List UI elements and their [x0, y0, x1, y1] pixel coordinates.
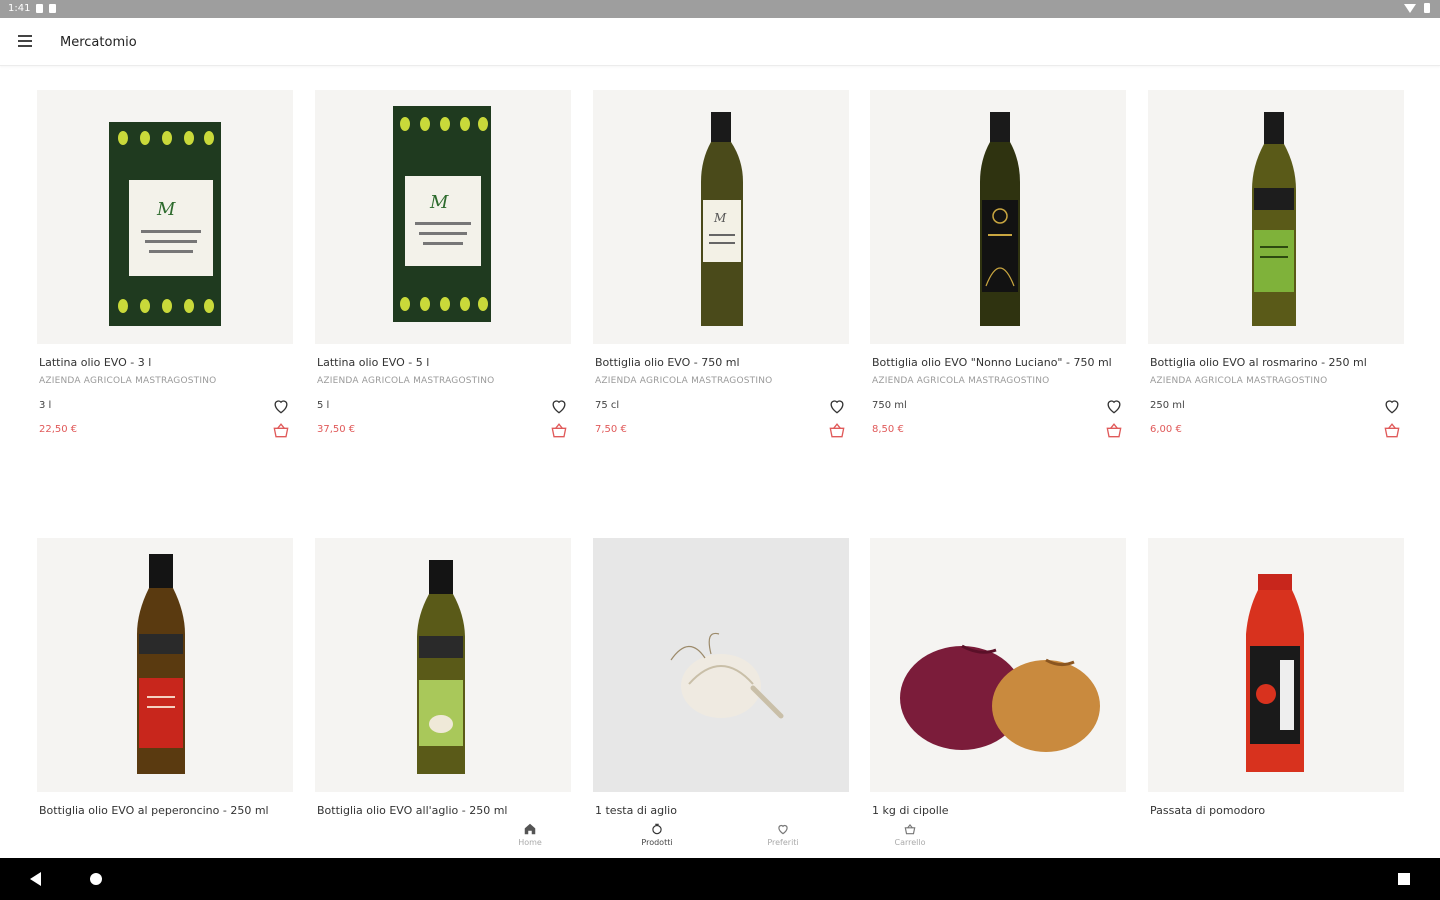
- product-card[interactable]: 1 kg di cipolle: [870, 538, 1126, 819]
- product-size: 3 l: [39, 400, 52, 411]
- product-image: [1148, 90, 1404, 344]
- product-image: [37, 538, 293, 792]
- status-bar: 1:41: [0, 0, 1440, 18]
- product-grid: M Lattina olio EVO - 3 l AZIENDA AGRICOL…: [0, 66, 1440, 858]
- nav-item-cart[interactable]: Carrello: [870, 822, 950, 847]
- favorite-heart-icon[interactable]: [549, 396, 569, 416]
- product-card[interactable]: M Bottiglia olio EVO - 750 ml AZIENDA AG…: [593, 90, 849, 440]
- product-size: 75 cl: [595, 400, 620, 411]
- product-image: M: [315, 90, 571, 344]
- product-image: [870, 90, 1126, 344]
- product-size: 250 ml: [1150, 400, 1185, 411]
- nav-item-favorites[interactable]: Preferiti: [743, 822, 823, 847]
- product-info-row: 3 l 22,50 €: [37, 396, 293, 440]
- notification-icon: [49, 4, 57, 13]
- system-navigation-bar: [0, 858, 1440, 900]
- menu-icon[interactable]: [18, 35, 36, 49]
- add-to-cart-icon[interactable]: [549, 420, 569, 440]
- home-icon: [524, 823, 536, 835]
- svg-text:M: M: [713, 211, 727, 225]
- product-name: Bottiglia olio EVO all'aglio - 250 ml: [317, 804, 508, 817]
- notification-icon: [36, 4, 44, 13]
- product-card[interactable]: M Lattina olio EVO - 5 l AZIENDA AGRICOL…: [315, 90, 571, 440]
- status-right: [1404, 3, 1430, 13]
- favorite-heart-icon[interactable]: [271, 396, 291, 416]
- product-image: [1148, 538, 1404, 792]
- nav-label-cart: Carrello: [894, 838, 926, 847]
- battery-icon: [1424, 3, 1430, 13]
- product-name: Lattina olio EVO - 3 l: [39, 356, 152, 369]
- product-card[interactable]: Bottiglia olio EVO "Nonno Luciano" - 750…: [870, 90, 1126, 440]
- product-info-row: 250 ml 6,00 €: [1148, 396, 1404, 440]
- add-to-cart-icon[interactable]: [827, 420, 847, 440]
- recent-apps-icon[interactable]: [1398, 873, 1410, 885]
- product-name: Lattina olio EVO - 5 l: [317, 356, 430, 369]
- product-name: 1 kg di cipolle: [872, 804, 949, 817]
- product-card[interactable]: Bottiglia olio EVO all'aglio - 250 ml: [315, 538, 571, 819]
- product-image: [870, 538, 1126, 792]
- products-icon: [652, 823, 662, 835]
- product-card[interactable]: Bottiglia olio EVO al peperoncino - 250 …: [37, 538, 293, 819]
- product-name: Passata di pomodoro: [1150, 804, 1266, 817]
- product-name: Bottiglia olio EVO - 750 ml: [595, 356, 740, 369]
- product-price: 7,50 €: [595, 424, 627, 435]
- favorite-heart-icon[interactable]: [1382, 396, 1402, 416]
- product-brand: AZIENDA AGRICOLA MASTRAGOSTINO: [595, 376, 773, 386]
- product-image: M: [593, 90, 849, 344]
- status-time: 1:41: [8, 3, 31, 14]
- add-to-cart-icon[interactable]: [1104, 420, 1124, 440]
- product-card[interactable]: Passata di pomodoro: [1148, 538, 1404, 819]
- nav-label-favorites: Preferiti: [767, 838, 799, 847]
- product-card[interactable]: Bottiglia olio EVO al rosmarino - 250 ml…: [1148, 90, 1404, 440]
- status-left: 1:41: [8, 3, 57, 14]
- product-name: Bottiglia olio EVO al peperoncino - 250 …: [39, 804, 269, 817]
- product-image: [315, 538, 571, 792]
- product-price: 22,50 €: [39, 424, 78, 435]
- nav-label-home: Home: [518, 838, 542, 847]
- product-info-row: 75 cl 7,50 €: [593, 396, 849, 440]
- product-size: 750 ml: [872, 400, 907, 411]
- product-card[interactable]: 1 testa di aglio: [593, 538, 849, 819]
- app-title: Mercatomio: [60, 35, 137, 50]
- product-brand: AZIENDA AGRICOLA MASTRAGOSTINO: [872, 376, 1050, 386]
- cart-icon: [904, 823, 916, 835]
- product-name: Bottiglia olio EVO "Nonno Luciano" - 750…: [872, 356, 1112, 369]
- product-card[interactable]: M Lattina olio EVO - 3 l AZIENDA AGRICOL…: [37, 90, 293, 440]
- product-brand: AZIENDA AGRICOLA MASTRAGOSTINO: [1150, 376, 1328, 386]
- nav-item-products[interactable]: Prodotti: [617, 822, 697, 847]
- favorite-heart-icon[interactable]: [1104, 396, 1124, 416]
- home-circle-icon[interactable]: [90, 873, 102, 885]
- product-image: [593, 538, 849, 792]
- product-brand: AZIENDA AGRICOLA MASTRAGOSTINO: [39, 376, 217, 386]
- bottom-navigation: Home Prodotti Preferiti Carrello: [0, 820, 1440, 858]
- product-price: 6,00 €: [1150, 424, 1182, 435]
- product-price: 8,50 €: [872, 424, 904, 435]
- nav-item-home[interactable]: Home: [490, 822, 570, 847]
- product-brand: AZIENDA AGRICOLA MASTRAGOSTINO: [317, 376, 495, 386]
- svg-text:M: M: [429, 192, 449, 213]
- add-to-cart-icon[interactable]: [1382, 420, 1402, 440]
- product-size: 5 l: [317, 400, 330, 411]
- back-icon[interactable]: [30, 872, 41, 886]
- nav-label-products: Prodotti: [641, 838, 673, 847]
- add-to-cart-icon[interactable]: [271, 420, 291, 440]
- product-info-row: 750 ml 8,50 €: [870, 396, 1126, 440]
- favorite-heart-icon[interactable]: [827, 396, 847, 416]
- wifi-icon: [1404, 3, 1416, 13]
- heart-icon: [778, 824, 788, 835]
- product-price: 37,50 €: [317, 424, 356, 435]
- product-name: 1 testa di aglio: [595, 804, 677, 817]
- svg-text:M: M: [156, 199, 176, 220]
- app-bar: Mercatomio: [0, 18, 1440, 66]
- product-info-row: 5 l 37,50 €: [315, 396, 571, 440]
- product-image: M: [37, 90, 293, 344]
- product-name: Bottiglia olio EVO al rosmarino - 250 ml: [1150, 356, 1367, 369]
